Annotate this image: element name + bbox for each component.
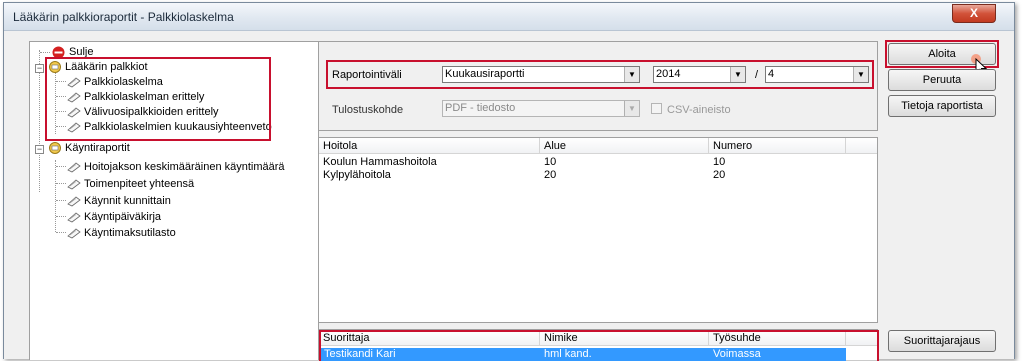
output-label: Tulostuskohde (332, 104, 404, 116)
highlight-box (45, 57, 271, 141)
output-select[interactable]: PDF - tiedosto ▼ (442, 100, 640, 117)
tree-item-label: Käyntipäiväkirja (84, 211, 162, 223)
highlight-box (326, 60, 874, 89)
csv-checkbox[interactable] (651, 103, 662, 114)
column-header-numero[interactable]: Numero (709, 138, 846, 154)
report-icon (67, 195, 81, 207)
table-cell: 20 (713, 169, 726, 181)
table-cell[interactable]: Kylpylähoitola (319, 169, 391, 182)
output-value: PDF - tiedosto (445, 102, 516, 114)
dropdown-arrow-icon: ▼ (624, 101, 639, 116)
report-info-button[interactable]: Tietoja raportista (888, 95, 996, 117)
performer-limit-button[interactable]: Suorittajarajaus (888, 330, 996, 352)
close-button[interactable]: X (952, 4, 996, 23)
table-cell[interactable]: Koulun Hammashoitola (319, 156, 437, 169)
table-cell: 10 (544, 156, 557, 168)
tree-line (55, 160, 56, 232)
tree-line (56, 183, 66, 184)
collapse-toggle[interactable]: − (35, 145, 44, 154)
report-icon (67, 227, 81, 239)
table-cell: 10 (713, 156, 726, 168)
tree-line (56, 216, 66, 217)
tree-item-label: Käynnit kunnittain (84, 195, 171, 207)
tree-item-label: Toimenpiteet yhteensä (84, 178, 195, 190)
highlight-box (319, 330, 879, 361)
report-parameters: Raportointiväli Kuukausiraportti ▼ 2014 … (318, 41, 878, 131)
table-cell: 20 (544, 169, 557, 181)
csv-label: CSV-aineisto (667, 104, 731, 116)
tree-item-label: Käyntiraportit (65, 142, 130, 154)
collapse-toggle[interactable]: − (35, 64, 44, 73)
tree-line (56, 200, 66, 201)
window-title: Lääkärin palkkioraportit - Palkkiolaskel… (13, 10, 234, 24)
window-body: Sulje − Lääkärin palkkiot Palkkiolaskelm… (11, 35, 1008, 361)
column-header-hoitola[interactable]: Hoitola (319, 138, 540, 154)
column-header-alue[interactable]: Alue (540, 138, 709, 154)
performer-list[interactable]: Suorittaja Nimike Työsuhde Testikandi Ka… (318, 329, 879, 361)
report-icon (67, 211, 81, 223)
clinic-list[interactable]: Hoitola Alue Numero Koulun Hammashoitola… (318, 137, 878, 323)
report-tree: Sulje − Lääkärin palkkiot Palkkiolaskelm… (29, 41, 319, 360)
clinic-list-header: Hoitola Alue Numero (319, 138, 877, 154)
tree-item-label: Käyntimaksutilasto (84, 227, 176, 239)
folder-icon (48, 142, 62, 154)
cancel-button[interactable]: Peruuta (888, 69, 996, 91)
tree-item-label: Hoitojakson keskimääräinen käyntimäärä (84, 161, 285, 173)
report-icon (67, 161, 81, 173)
report-icon (67, 178, 81, 190)
tree-line (40, 52, 50, 53)
tree-line (56, 166, 66, 167)
report-window: Lääkärin palkkioraportit - Palkkiolaskel… (3, 2, 1015, 361)
title-bar[interactable]: Lääkärin palkkioraportit - Palkkiolaskel… (4, 3, 1014, 31)
tree-line (56, 232, 66, 233)
